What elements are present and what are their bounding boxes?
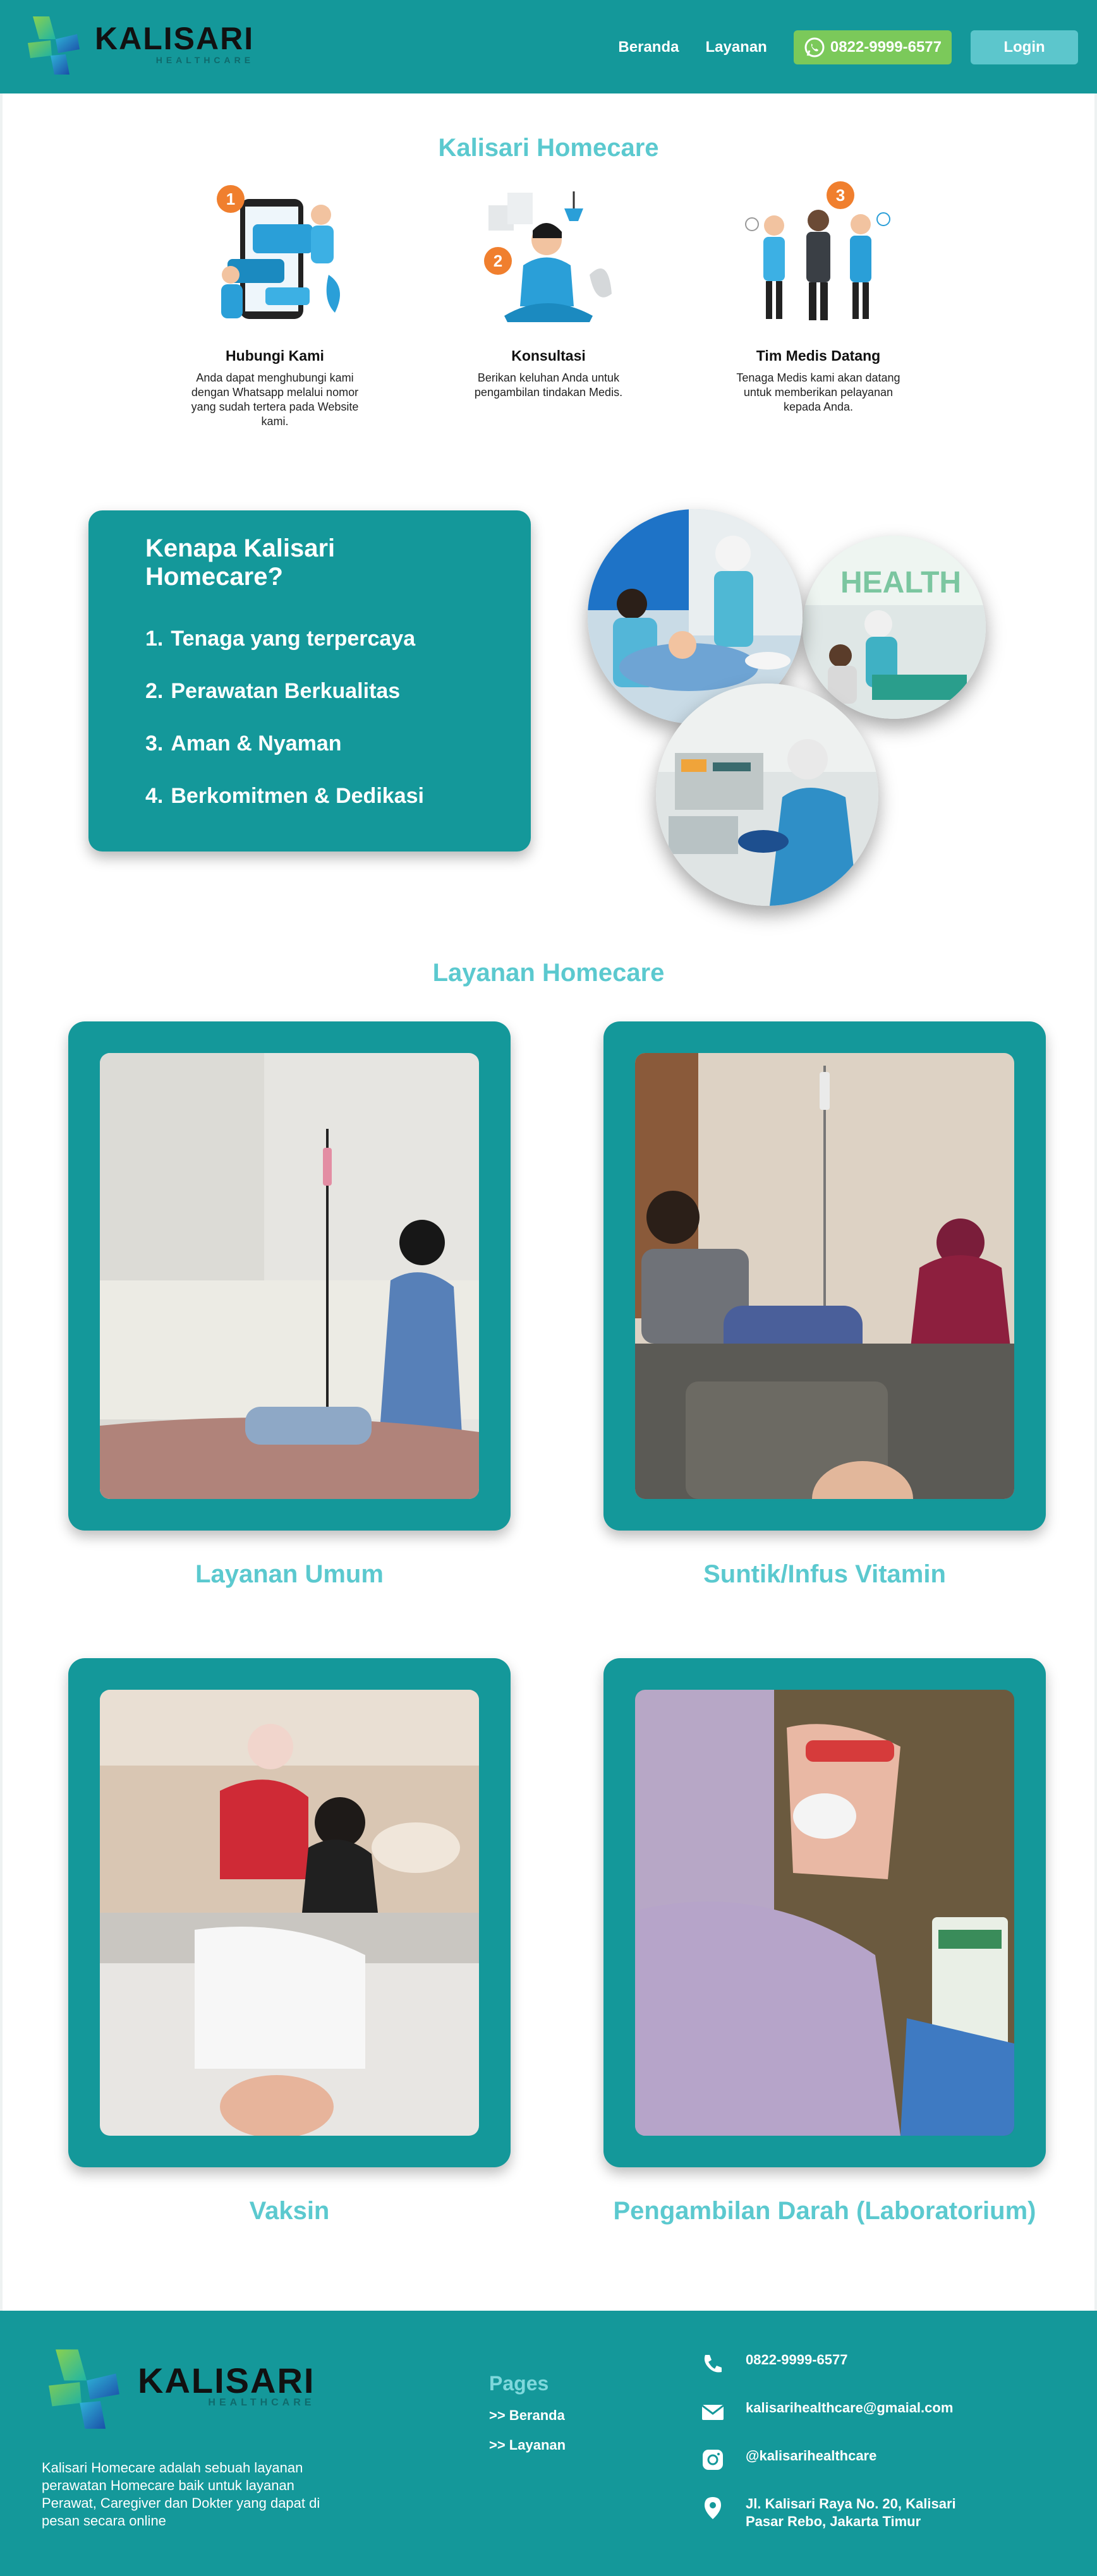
vitamin-infusion-photo bbox=[635, 1053, 1014, 1499]
service-card-umum[interactable] bbox=[68, 1021, 511, 1531]
why-item-text: Aman & Nyaman bbox=[171, 731, 342, 755]
instagram-icon bbox=[703, 2450, 723, 2470]
step-card-consult: 2 Konsultasi Berikan keluhan Anda untuk … bbox=[444, 180, 653, 400]
footer-contact-instagram[interactable]: @kalisarihealthcare bbox=[700, 2447, 876, 2472]
location-pin-icon bbox=[705, 2497, 721, 2519]
why-item-text: Tenaga yang terpercaya bbox=[171, 627, 416, 651]
site-header: KALISARI HEALTHCARE Beranda Layanan 0822… bbox=[0, 0, 1097, 93]
step-badge-2: 2 bbox=[494, 251, 502, 270]
step-badge-1: 1 bbox=[226, 190, 235, 208]
nav-beranda-link[interactable]: Beranda bbox=[618, 39, 679, 56]
email-icon bbox=[701, 2404, 724, 2420]
why-item-text: Berkomitmen & Dedikasi bbox=[171, 784, 424, 808]
footer-email-text: kalisarihealthcare@gmaial.com bbox=[746, 2400, 954, 2416]
footer-contact-address[interactable]: Jl. Kalisari Raya No. 20, Kalisari Pasar… bbox=[700, 2495, 972, 2531]
photo-circle-lab bbox=[656, 683, 878, 906]
footer-link-beranda[interactable]: >> Beranda bbox=[489, 2407, 565, 2424]
footer-instagram-text: @kalisarihealthcare bbox=[746, 2448, 877, 2464]
why-item-number: 2. bbox=[145, 679, 164, 703]
brand-logo[interactable]: KALISARI HEALTHCARE bbox=[19, 9, 254, 78]
page-frame-left bbox=[0, 93, 3, 2311]
page-frame-right bbox=[1094, 93, 1097, 2311]
service-label[interactable]: Layanan Umum bbox=[68, 1560, 511, 1589]
brand-name: KALISARI bbox=[138, 2361, 315, 2400]
why-item-text: Perawatan Berkualitas bbox=[171, 679, 401, 703]
why-item-number: 4. bbox=[145, 784, 164, 808]
footer-about-text: Kalisari Homecare adalah sebuah layanan … bbox=[42, 2460, 320, 2529]
step-badge-3: 3 bbox=[836, 186, 845, 205]
why-item: 4. Berkomitmen & Dedikasi bbox=[145, 784, 474, 809]
brand-subtitle: HEALTHCARE bbox=[155, 55, 255, 65]
why-item: 1. Tenaga yang terpercaya bbox=[145, 627, 474, 651]
phone-chat-illustration-icon: 1 bbox=[217, 185, 340, 319]
why-item-number: 3. bbox=[145, 731, 164, 755]
nurse-checking-patient-photo: HEALTH bbox=[803, 536, 986, 719]
main-nav: Beranda Layanan 0822-9999-6577 Login bbox=[618, 30, 1078, 64]
general-care-photo bbox=[100, 1053, 479, 1499]
steps-section-title: Kalisari Homecare bbox=[438, 134, 659, 162]
service-card-infus[interactable] bbox=[603, 1021, 1046, 1531]
why-item: 2. Perawatan Berkualitas bbox=[145, 679, 474, 704]
service-label[interactable]: Vaksin bbox=[68, 2197, 511, 2225]
service-photo bbox=[100, 1690, 479, 2136]
blood-draw-photo bbox=[635, 1690, 1014, 2136]
footer-address-text: Jl. Kalisari Raya No. 20, Kalisari Pasar… bbox=[746, 2496, 956, 2529]
service-photo bbox=[635, 1690, 1014, 2136]
footer-brand-logo[interactable]: KALISARI HEALTHCARE bbox=[37, 2339, 315, 2434]
step-title: Hubungi Kami bbox=[226, 347, 324, 364]
step-title: Konsultasi bbox=[511, 347, 586, 364]
why-item: 3. Aman & Nyaman bbox=[145, 731, 474, 756]
why-item-number: 1. bbox=[145, 627, 164, 651]
lab-sampling-photo bbox=[656, 683, 878, 906]
footer-contact-phone[interactable]: 0822-9999-6577 bbox=[700, 2351, 847, 2376]
why-title: Kenapa Kalisari Homecare? bbox=[145, 534, 336, 591]
logo-mark-icon bbox=[49, 2349, 119, 2429]
service-card-lab[interactable] bbox=[603, 1658, 1046, 2167]
service-card-vaksin[interactable] bbox=[68, 1658, 511, 2167]
photo-sign-text: HEALTH bbox=[840, 566, 961, 599]
site-footer: KALISARI HEALTHCARE Kalisari Homecare ad… bbox=[0, 2311, 1097, 2576]
medical-team-illustration-icon: 3 bbox=[745, 181, 890, 320]
whatsapp-button[interactable]: 0822-9999-6577 bbox=[793, 30, 952, 64]
phone-icon bbox=[704, 2355, 722, 2373]
step-card-team: 3 Tim Medis Datang Tenaga Medis kami aka… bbox=[714, 180, 923, 414]
footer-link-layanan[interactable]: >> Layanan bbox=[489, 2437, 566, 2453]
whatsapp-number: 0822-9999-6577 bbox=[830, 39, 942, 56]
service-label[interactable]: Pengambilan Darah (Laboratorium) bbox=[603, 2197, 1046, 2225]
login-button[interactable]: Login bbox=[971, 30, 1078, 64]
service-photo bbox=[635, 1053, 1014, 1499]
service-photo bbox=[100, 1053, 479, 1499]
logo-mark-icon bbox=[28, 16, 80, 75]
footer-phone-text: 0822-9999-6577 bbox=[746, 2352, 848, 2368]
footer-contact-email[interactable]: kalisarihealthcare@gmaial.com bbox=[700, 2399, 953, 2424]
step-card-contact: 1 Hubungi Kami Anda dapat menghubungi ka… bbox=[171, 180, 379, 429]
step-description: Berikan keluhan Anda untuk pengambilan t… bbox=[474, 371, 623, 399]
services-section-title: Layanan Homecare bbox=[432, 959, 665, 987]
photo-circle-health-check: HEALTH bbox=[803, 536, 986, 719]
nav-layanan-link[interactable]: Layanan bbox=[705, 39, 767, 56]
step-description: Anda dapat menghubungi kami dengan Whats… bbox=[191, 371, 359, 428]
footer-pages-title: Pages bbox=[489, 2372, 549, 2395]
vaccine-photo bbox=[100, 1690, 479, 2136]
step-title: Tim Medis Datang bbox=[756, 347, 881, 364]
whatsapp-icon bbox=[804, 37, 825, 57]
consultation-illustration-icon: 2 bbox=[484, 191, 612, 322]
service-label[interactable]: Suntik/Infus Vitamin bbox=[603, 1560, 1046, 1589]
brand-name: KALISARI bbox=[95, 21, 255, 56]
step-description: Tenaga Medis kami akan datang untuk memb… bbox=[736, 371, 900, 413]
why-kalisari-box: Kenapa Kalisari Homecare? 1. Tenaga yang … bbox=[88, 510, 531, 852]
